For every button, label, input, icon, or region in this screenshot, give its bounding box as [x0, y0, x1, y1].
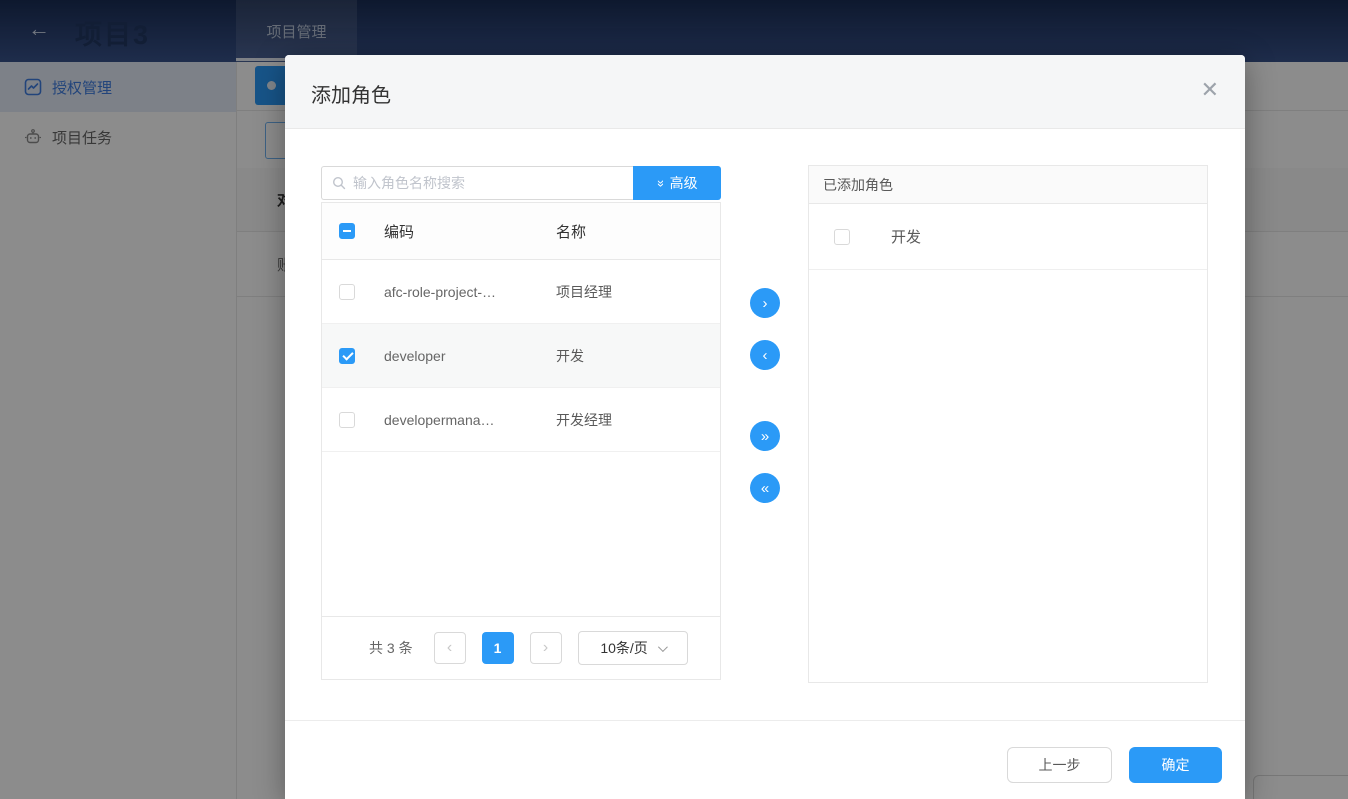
- table-row[interactable]: developermana… 开发经理: [322, 388, 720, 452]
- prev-page-button[interactable]: ‹: [433, 632, 466, 664]
- footer-divider: [285, 720, 1245, 721]
- move-all-right-button[interactable]: »: [750, 421, 780, 451]
- page-size-select[interactable]: 10条/页: [577, 631, 688, 665]
- move-right-button[interactable]: ›: [750, 288, 780, 318]
- search-icon: [332, 176, 346, 190]
- move-left-button[interactable]: ‹: [750, 340, 780, 370]
- table-row[interactable]: developer 开发: [322, 324, 720, 388]
- role-search-box: [321, 166, 633, 200]
- chevron-down-icon: [657, 641, 668, 652]
- row-checkbox[interactable]: [339, 411, 355, 428]
- next-page-button[interactable]: ›: [529, 632, 562, 664]
- total-count-label: 共 3 条: [369, 640, 413, 656]
- previous-step-button[interactable]: 上一步: [1007, 747, 1112, 783]
- page-number-button[interactable]: 1: [481, 632, 514, 664]
- chevron-left-icon: ‹: [446, 639, 453, 656]
- close-icon[interactable]: ✕: [1201, 77, 1219, 103]
- confirm-button[interactable]: 确定: [1129, 747, 1222, 783]
- page-size-value: 10条/页: [600, 640, 648, 656]
- role-code: developermana…: [384, 411, 495, 428]
- added-roles-panel: 已添加角色 开发: [808, 165, 1208, 683]
- row-checkbox[interactable]: [339, 347, 355, 364]
- double-chevron-down-icon: «: [652, 179, 668, 187]
- row-checkbox[interactable]: [339, 283, 355, 300]
- available-roles-panel: 编码 名称 afc-role-project-… 项目经理 developer …: [321, 202, 721, 680]
- column-header-name: 名称: [556, 223, 587, 241]
- table-header-row: 编码 名称: [322, 203, 720, 260]
- modal-title: 添加角色: [311, 85, 391, 107]
- app-root: ← 项目3 项目管理 授权管理 项目任务 添加角色 ✕ 输入角色名称搜索 « 高…: [0, 0, 1348, 799]
- table-row[interactable]: afc-role-project-… 项目经理: [322, 260, 720, 324]
- role-name: 开发: [556, 347, 584, 364]
- role-code: afc-role-project-…: [384, 283, 497, 300]
- added-role-row[interactable]: 开发: [809, 204, 1207, 270]
- role-code: developer: [384, 347, 446, 364]
- pagination: 共 3 条 ‹ 1 › 10条/页: [322, 616, 720, 679]
- select-all-checkbox[interactable]: [339, 223, 355, 239]
- add-role-modal: 添加角色 ✕ « 高级 编码 名称 afc-role-project-…: [285, 55, 1245, 799]
- role-search-input[interactable]: [353, 175, 633, 191]
- move-all-left-button[interactable]: «: [750, 473, 780, 503]
- role-name: 开发经理: [556, 411, 612, 428]
- modal-header: 添加角色 ✕: [285, 55, 1245, 129]
- added-role-checkbox[interactable]: [834, 228, 850, 245]
- chevron-right-icon: ›: [542, 639, 549, 656]
- advanced-search-button[interactable]: « 高级: [633, 166, 721, 200]
- added-roles-header: 已添加角色: [809, 166, 1207, 204]
- added-role-name: 开发: [891, 229, 922, 246]
- column-header-code: 编码: [384, 223, 415, 241]
- advanced-search-label: 高级: [669, 175, 698, 191]
- role-name: 项目经理: [556, 283, 612, 300]
